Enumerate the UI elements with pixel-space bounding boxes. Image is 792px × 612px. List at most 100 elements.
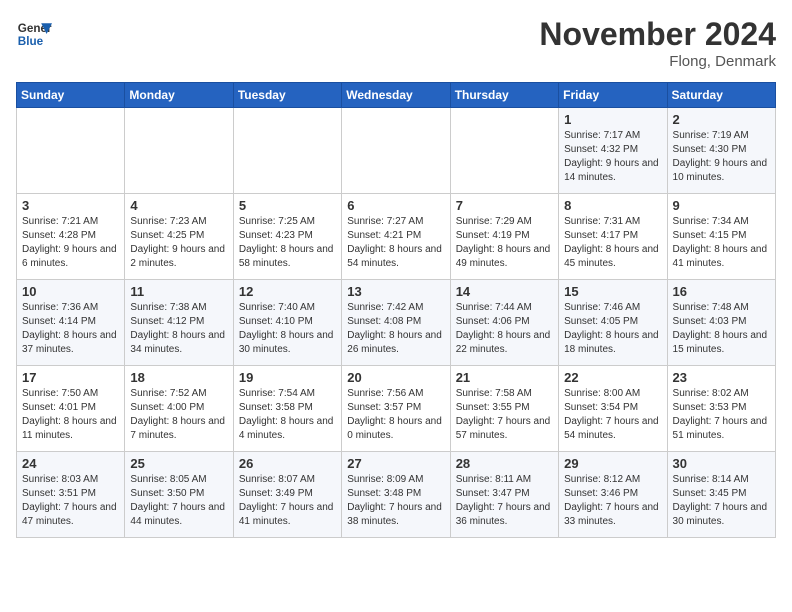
day-cell: 6 Sunrise: 7:27 AM Sunset: 4:21 PM Daylig… bbox=[342, 194, 450, 280]
day-number: 3 bbox=[22, 198, 119, 213]
day-info: Sunrise: 7:54 AM Sunset: 3:58 PM Dayligh… bbox=[239, 387, 336, 443]
day-info: Sunrise: 7:25 AM Sunset: 4:23 PM Dayligh… bbox=[239, 215, 336, 271]
header-day-monday: Monday bbox=[125, 83, 233, 108]
day-cell: 14 Sunrise: 7:44 AM Sunset: 4:06 PM Dayli… bbox=[450, 280, 558, 366]
day-number: 30 bbox=[673, 456, 770, 471]
day-cell: 11Sunrise: 7:38 AM Sunset: 4:12 PM Dayli… bbox=[125, 280, 233, 366]
day-number: 23 bbox=[673, 370, 770, 385]
day-cell: 15 Sunrise: 7:46 AM Sunset: 4:05 PM Dayli… bbox=[559, 280, 667, 366]
day-info: Sunrise: 7:38 AM Sunset: 4:12 PM Dayligh… bbox=[130, 301, 227, 357]
header-row: SundayMondayTuesdayWednesdayThursdayFrid… bbox=[17, 83, 776, 108]
day-number: 29 bbox=[564, 456, 661, 471]
day-info: Sunrise: 7:40 AM Sunset: 4:10 PM Dayligh… bbox=[239, 301, 336, 357]
day-cell: 20 Sunrise: 7:56 AM Sunset: 3:57 PM Dayli… bbox=[342, 366, 450, 452]
day-cell: 12 Sunrise: 7:40 AM Sunset: 4:10 PM Dayli… bbox=[233, 280, 341, 366]
day-info: Sunrise: 7:58 AM Sunset: 3:55 PM Dayligh… bbox=[456, 387, 553, 443]
day-cell: 24 Sunrise: 8:03 AM Sunset: 3:51 PM Dayli… bbox=[17, 452, 125, 538]
header-day-tuesday: Tuesday bbox=[233, 83, 341, 108]
day-cell: 2Sunrise: 7:19 AM Sunset: 4:30 PM Daylig… bbox=[667, 108, 775, 194]
day-cell: 4Sunrise: 7:23 AM Sunset: 4:25 PM Daylig… bbox=[125, 194, 233, 280]
day-number: 2 bbox=[673, 112, 770, 127]
day-cell bbox=[17, 108, 125, 194]
day-number: 5 bbox=[239, 198, 336, 213]
calendar-table: SundayMondayTuesdayWednesdayThursdayFrid… bbox=[16, 82, 776, 538]
day-cell: 9 Sunrise: 7:34 AM Sunset: 4:15 PM Daylig… bbox=[667, 194, 775, 280]
day-cell: 10Sunrise: 7:36 AM Sunset: 4:14 PM Dayli… bbox=[17, 280, 125, 366]
day-info: Sunrise: 7:52 AM Sunset: 4:00 PM Dayligh… bbox=[130, 387, 227, 443]
day-info: Sunrise: 8:12 AM Sunset: 3:46 PM Dayligh… bbox=[564, 473, 661, 529]
day-number: 18 bbox=[130, 370, 227, 385]
day-info: Sunrise: 7:29 AM Sunset: 4:19 PM Dayligh… bbox=[456, 215, 553, 271]
day-cell: 23Sunrise: 8:02 AM Sunset: 3:53 PM Dayli… bbox=[667, 366, 775, 452]
day-number: 6 bbox=[347, 198, 444, 213]
day-number: 26 bbox=[239, 456, 336, 471]
day-info: Sunrise: 7:44 AM Sunset: 4:06 PM Dayligh… bbox=[456, 301, 553, 357]
day-info: Sunrise: 8:11 AM Sunset: 3:47 PM Dayligh… bbox=[456, 473, 553, 529]
header-day-thursday: Thursday bbox=[450, 83, 558, 108]
day-cell bbox=[450, 108, 558, 194]
day-cell: 25Sunrise: 8:05 AM Sunset: 3:50 PM Dayli… bbox=[125, 452, 233, 538]
day-cell: 19 Sunrise: 7:54 AM Sunset: 3:58 PM Dayli… bbox=[233, 366, 341, 452]
day-cell: 21 Sunrise: 7:58 AM Sunset: 3:55 PM Dayli… bbox=[450, 366, 558, 452]
day-number: 21 bbox=[456, 370, 553, 385]
day-info: Sunrise: 8:05 AM Sunset: 3:50 PM Dayligh… bbox=[130, 473, 227, 529]
header-day-sunday: Sunday bbox=[17, 83, 125, 108]
day-number: 19 bbox=[239, 370, 336, 385]
day-cell: 5 Sunrise: 7:25 AM Sunset: 4:23 PM Daylig… bbox=[233, 194, 341, 280]
day-info: Sunrise: 7:50 AM Sunset: 4:01 PM Dayligh… bbox=[22, 387, 119, 443]
day-info: Sunrise: 7:31 AM Sunset: 4:17 PM Dayligh… bbox=[564, 215, 661, 271]
logo: General Blue bbox=[16, 16, 52, 52]
day-cell: 29 Sunrise: 8:12 AM Sunset: 3:46 PM Dayli… bbox=[559, 452, 667, 538]
day-number: 14 bbox=[456, 284, 553, 299]
day-cell: 3 Sunrise: 7:21 AM Sunset: 4:28 PM Daylig… bbox=[17, 194, 125, 280]
header-day-wednesday: Wednesday bbox=[342, 83, 450, 108]
day-number: 16 bbox=[673, 284, 770, 299]
day-number: 13 bbox=[347, 284, 444, 299]
day-number: 27 bbox=[347, 456, 444, 471]
day-cell bbox=[125, 108, 233, 194]
day-cell: 17 Sunrise: 7:50 AM Sunset: 4:01 PM Dayli… bbox=[17, 366, 125, 452]
week-row-1: 1Sunrise: 7:17 AM Sunset: 4:32 PM Daylig… bbox=[17, 108, 776, 194]
day-info: Sunrise: 7:21 AM Sunset: 4:28 PM Dayligh… bbox=[22, 215, 119, 271]
day-number: 12 bbox=[239, 284, 336, 299]
week-row-4: 17 Sunrise: 7:50 AM Sunset: 4:01 PM Dayli… bbox=[17, 366, 776, 452]
day-number: 20 bbox=[347, 370, 444, 385]
day-number: 8 bbox=[564, 198, 661, 213]
day-cell: 1Sunrise: 7:17 AM Sunset: 4:32 PM Daylig… bbox=[559, 108, 667, 194]
day-cell: 13 Sunrise: 7:42 AM Sunset: 4:08 PM Dayli… bbox=[342, 280, 450, 366]
day-cell: 22Sunrise: 8:00 AM Sunset: 3:54 PM Dayli… bbox=[559, 366, 667, 452]
day-info: Sunrise: 7:56 AM Sunset: 3:57 PM Dayligh… bbox=[347, 387, 444, 443]
week-row-2: 3 Sunrise: 7:21 AM Sunset: 4:28 PM Daylig… bbox=[17, 194, 776, 280]
day-number: 9 bbox=[673, 198, 770, 213]
header-day-friday: Friday bbox=[559, 83, 667, 108]
day-cell: 28 Sunrise: 8:11 AM Sunset: 3:47 PM Dayli… bbox=[450, 452, 558, 538]
month-title: November 2024 bbox=[539, 16, 776, 53]
day-info: Sunrise: 7:48 AM Sunset: 4:03 PM Dayligh… bbox=[673, 301, 770, 357]
day-info: Sunrise: 8:07 AM Sunset: 3:49 PM Dayligh… bbox=[239, 473, 336, 529]
day-cell: 8 Sunrise: 7:31 AM Sunset: 4:17 PM Daylig… bbox=[559, 194, 667, 280]
day-info: Sunrise: 7:34 AM Sunset: 4:15 PM Dayligh… bbox=[673, 215, 770, 271]
header-day-saturday: Saturday bbox=[667, 83, 775, 108]
location-subtitle: Flong, Denmark bbox=[539, 53, 776, 70]
page-header: General Blue November 2024 Flong, Denmar… bbox=[16, 16, 776, 70]
day-cell: 30 Sunrise: 8:14 AM Sunset: 3:45 PM Dayli… bbox=[667, 452, 775, 538]
day-cell: 18 Sunrise: 7:52 AM Sunset: 4:00 PM Dayli… bbox=[125, 366, 233, 452]
day-number: 24 bbox=[22, 456, 119, 471]
day-info: Sunrise: 8:00 AM Sunset: 3:54 PM Dayligh… bbox=[564, 387, 661, 443]
day-info: Sunrise: 7:17 AM Sunset: 4:32 PM Dayligh… bbox=[564, 129, 661, 185]
day-info: Sunrise: 8:14 AM Sunset: 3:45 PM Dayligh… bbox=[673, 473, 770, 529]
logo-icon: General Blue bbox=[16, 16, 52, 52]
svg-text:Blue: Blue bbox=[18, 35, 44, 48]
day-number: 17 bbox=[22, 370, 119, 385]
day-cell: 27Sunrise: 8:09 AM Sunset: 3:48 PM Dayli… bbox=[342, 452, 450, 538]
day-info: Sunrise: 7:42 AM Sunset: 4:08 PM Dayligh… bbox=[347, 301, 444, 357]
day-number: 10 bbox=[22, 284, 119, 299]
day-number: 28 bbox=[456, 456, 553, 471]
day-number: 15 bbox=[564, 284, 661, 299]
day-info: Sunrise: 8:03 AM Sunset: 3:51 PM Dayligh… bbox=[22, 473, 119, 529]
day-cell bbox=[233, 108, 341, 194]
day-cell bbox=[342, 108, 450, 194]
day-info: Sunrise: 7:46 AM Sunset: 4:05 PM Dayligh… bbox=[564, 301, 661, 357]
day-cell: 26 Sunrise: 8:07 AM Sunset: 3:49 PM Dayli… bbox=[233, 452, 341, 538]
day-info: Sunrise: 7:27 AM Sunset: 4:21 PM Dayligh… bbox=[347, 215, 444, 271]
